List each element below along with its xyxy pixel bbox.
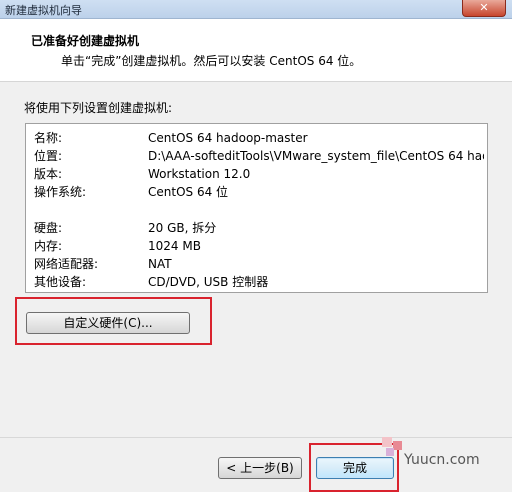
settings-summary-box: 名称: CentOS 64 hadoop-master 位置: D:\AAA-s… (25, 123, 488, 293)
wizard-header: 已准备好创建虚拟机 单击“完成”创建虚拟机。然后可以安装 CentOS 64 位… (0, 19, 512, 82)
window-title: 新建虚拟机向导 (5, 4, 82, 17)
watermark-text: Yuucn.com (404, 452, 480, 468)
summary-value: 20 GB, 拆分 (148, 221, 217, 235)
page-title: 已准备好创建虚拟机 (31, 34, 140, 48)
page-subtitle: 单击“完成”创建虚拟机。然后可以安装 CentOS 64 位。 (61, 54, 362, 68)
summary-key: 网络适配器: (34, 257, 99, 271)
summary-label: 将使用下列设置创建虚拟机: (24, 101, 173, 115)
summary-key: 其他设备: (34, 275, 87, 289)
customize-hardware-button[interactable]: 自定义硬件(C)... (26, 312, 190, 334)
summary-value: CD/DVD, USB 控制器 (148, 275, 269, 289)
title-bar: 新建虚拟机向导 ✕ (0, 0, 512, 19)
finish-button[interactable]: 完成 (316, 457, 394, 479)
summary-value: CentOS 64 位 (148, 185, 229, 199)
summary-key: 位置: (34, 149, 63, 163)
summary-value: Workstation 12.0 (148, 167, 251, 181)
summary-key: 版本: (34, 167, 63, 181)
summary-value: NAT (148, 257, 172, 271)
summary-key: 内存: (34, 239, 63, 253)
summary-value: CentOS 64 hadoop-master (148, 131, 308, 145)
back-button[interactable]: < 上一步(B) (218, 457, 302, 479)
close-button[interactable]: ✕ (462, 0, 506, 17)
watermark-logo-icon (382, 437, 402, 456)
summary-key: 名称: (34, 131, 63, 145)
summary-key: 硬盘: (34, 221, 63, 235)
summary-value: 1024 MB (148, 239, 201, 253)
footer-divider (0, 437, 512, 438)
summary-value: D:\AAA-softeditTools\VMware_system_file\… (148, 149, 484, 163)
summary-key: 操作系统: (34, 185, 87, 199)
